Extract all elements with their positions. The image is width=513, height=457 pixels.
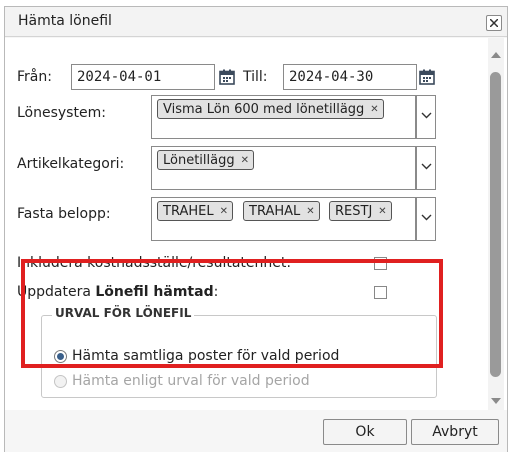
dialog-titlebar: Hämta lönefil — [5, 7, 507, 37]
to-date-input[interactable]: 2024-04-30 — [283, 64, 417, 90]
remove-tag-icon[interactable]: ✕ — [241, 155, 249, 166]
artikelkategori-label: Artikelkategori: — [17, 156, 125, 172]
artikelkategori-dropdown-button[interactable] — [416, 146, 436, 190]
scroll-down-icon[interactable] — [491, 397, 501, 405]
artikelkategori-tag[interactable]: Lönetillägg ✕ — [157, 150, 254, 170]
fasta-belopp-tag[interactable]: TRAHEL ✕ — [157, 201, 233, 221]
from-date-input[interactable]: 2024-04-01 — [71, 64, 215, 90]
hamta-lonefil-dialog: Hämta lönefil Från: 2024-04-01 Till: 202… — [4, 6, 508, 452]
dialog-title: Hämta lönefil — [18, 13, 112, 29]
chevron-down-icon — [421, 214, 432, 221]
remove-tag-icon[interactable]: ✕ — [306, 206, 314, 217]
fasta-belopp-label: Fasta belopp: — [17, 206, 111, 222]
tag-label: TRAHEL — [163, 204, 214, 219]
tag-label: RESTJ — [335, 204, 373, 219]
highlight-frame — [21, 259, 443, 368]
tag-label: Lönetillägg — [163, 153, 235, 168]
to-label: Till: — [243, 69, 268, 85]
tag-label: Visma Lön 600 med lönetillägg — [163, 102, 365, 117]
calendar-icon[interactable] — [419, 69, 435, 85]
lonesystem-tag[interactable]: Visma Lön 600 med lönetillägg ✕ — [157, 99, 384, 119]
fasta-belopp-tag[interactable]: TRAHAL ✕ — [243, 201, 320, 221]
fasta-belopp-tag[interactable]: RESTJ ✕ — [329, 201, 392, 221]
lonesystem-label: Lönesystem: — [17, 105, 106, 121]
tag-label: TRAHAL — [249, 204, 301, 219]
lonesystem-select[interactable]: Visma Lön 600 med lönetillägg ✕ — [151, 95, 416, 139]
lonesystem-dropdown-button[interactable] — [416, 95, 436, 139]
cancel-button[interactable]: Avbryt — [411, 419, 499, 445]
close-button[interactable] — [486, 15, 502, 31]
calendar-icon[interactable] — [219, 69, 235, 85]
scroll-up-icon[interactable] — [491, 51, 501, 59]
artikelkategori-select[interactable]: Lönetillägg ✕ — [151, 146, 416, 190]
ok-button[interactable]: Ok — [323, 419, 407, 445]
radio-selection-label[interactable]: Hämta enligt urval för vald period — [72, 373, 310, 389]
remove-tag-icon[interactable]: ✕ — [370, 104, 378, 115]
fasta-belopp-dropdown-button[interactable] — [416, 197, 436, 241]
remove-tag-icon[interactable]: ✕ — [220, 206, 228, 217]
vertical-scrollbar[interactable] — [488, 38, 504, 410]
radio-selection[interactable] — [54, 375, 67, 388]
scrollbar-thumb[interactable] — [490, 72, 501, 377]
dialog-footer: Ok Avbryt — [5, 410, 507, 452]
chevron-down-icon — [421, 112, 432, 119]
from-label: Från: — [17, 69, 52, 85]
remove-tag-icon[interactable]: ✕ — [378, 206, 386, 217]
close-icon — [490, 19, 498, 27]
fasta-belopp-select[interactable]: TRAHEL ✕ TRAHAL ✕ RESTJ ✕ — [151, 197, 416, 241]
chevron-down-icon — [421, 163, 432, 170]
